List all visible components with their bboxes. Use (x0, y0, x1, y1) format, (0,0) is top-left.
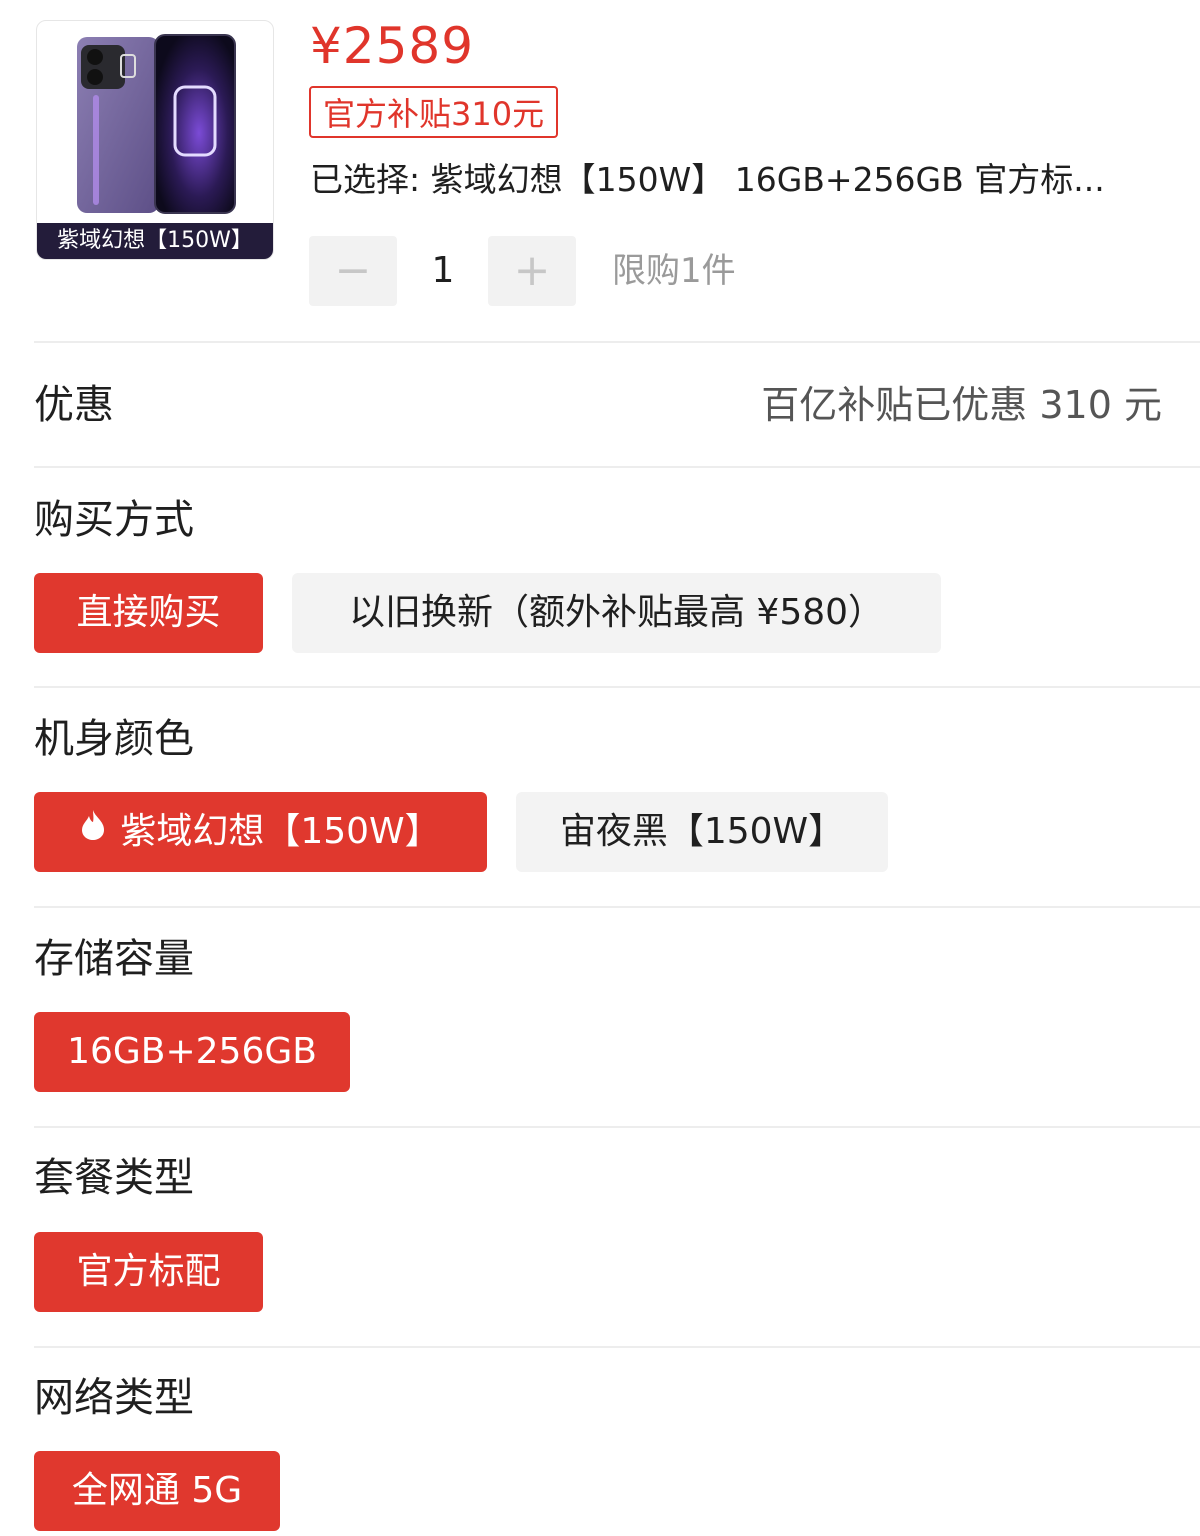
option-label: 宙夜黑【150W】 (559, 811, 845, 852)
option-direct-buy[interactable]: 直接购买 (34, 573, 263, 653)
storage-label: 存储容量 (34, 936, 194, 982)
option-color-purple[interactable]: 紫域幻想【150W】 (34, 792, 487, 872)
minus-icon: − (334, 245, 372, 296)
divider (34, 686, 1200, 688)
product-thumbnail[interactable]: 紫域幻想【150W】 (36, 20, 274, 260)
option-storage-16-256[interactable]: 16GB+256GB (34, 1012, 350, 1092)
divider (34, 906, 1200, 908)
increase-quantity-button[interactable]: + (488, 236, 576, 306)
option-package-standard[interactable]: 官方标配 (34, 1232, 263, 1312)
discount-value: 百亿补贴已优惠 310 元 (761, 383, 1162, 427)
color-label: 机身颜色 (34, 716, 194, 762)
price: ¥2589 (310, 17, 475, 75)
option-label: 以旧换新（额外补贴最高 ¥580） (348, 592, 885, 633)
flame-icon (80, 790, 106, 870)
decrease-quantity-button[interactable]: − (309, 236, 397, 306)
thumbnail-caption: 紫域幻想【150W】 (37, 223, 273, 259)
selected-summary: 已选择: 紫域幻想【150W】 16GB+256GB 官方标... (310, 160, 1105, 199)
discount-label: 优惠 (34, 382, 114, 428)
subsidy-tag: 官方补贴310元 (309, 86, 559, 138)
option-trade-in[interactable]: 以旧换新（额外补贴最高 ¥580） (292, 573, 941, 653)
option-label: 16GB+256GB (67, 1031, 317, 1072)
purchase-limit: 限购1件 (612, 251, 736, 291)
option-label: 直接购买 (76, 592, 221, 633)
option-network-5g[interactable]: 全网通 5G (34, 1451, 280, 1531)
option-color-black[interactable]: 宙夜黑【150W】 (516, 792, 888, 872)
option-label: 紫域幻想【150W】 (120, 811, 441, 852)
option-label: 官方标配 (76, 1251, 221, 1292)
package-label: 套餐类型 (34, 1155, 194, 1201)
divider (34, 1126, 1200, 1128)
divider (34, 1346, 1200, 1348)
divider (34, 341, 1200, 343)
network-label: 网络类型 (34, 1375, 194, 1421)
purchase-method-label: 购买方式 (34, 497, 194, 543)
option-label: 全网通 5G (71, 1470, 243, 1511)
divider (34, 466, 1200, 468)
plus-icon: + (513, 245, 551, 296)
quantity-value: 1 (431, 250, 455, 291)
